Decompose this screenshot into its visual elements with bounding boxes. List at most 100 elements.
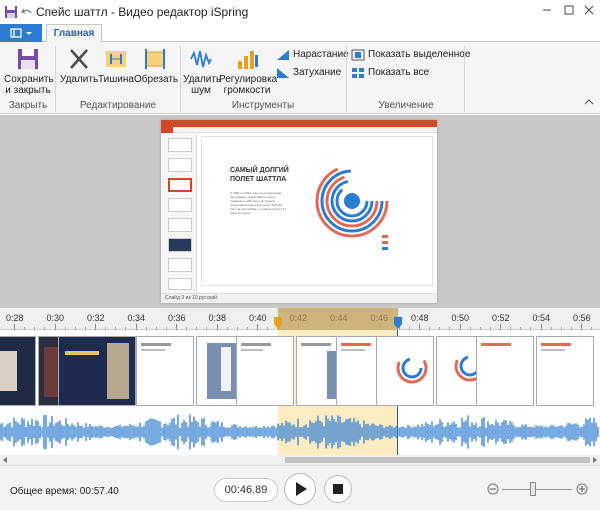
maximize-icon[interactable] bbox=[558, 0, 580, 20]
pp-thumb bbox=[168, 238, 192, 252]
zoom-all-icon bbox=[352, 68, 364, 78]
collapse-ribbon-icon[interactable] bbox=[584, 98, 594, 106]
adjust-volume-label-1: Регулировка bbox=[219, 74, 278, 85]
scrollbar-thumb[interactable] bbox=[285, 457, 590, 463]
ruler-minor-tick bbox=[408, 327, 410, 330]
group-label-editing: Редактирование bbox=[79, 100, 157, 111]
scroll-left-icon[interactable] bbox=[2, 457, 8, 463]
ruler-minor-tick bbox=[64, 327, 66, 330]
zoom-slider-track[interactable] bbox=[502, 489, 572, 490]
stop-button[interactable] bbox=[324, 475, 352, 503]
ruler-minor-tick bbox=[246, 327, 248, 330]
video-frame bbox=[476, 336, 534, 406]
silence-label: Тишина bbox=[98, 74, 134, 85]
window-title: Спейс шаттл - Видео редактор iSpring bbox=[36, 5, 249, 19]
ruler-minor-tick bbox=[236, 327, 238, 330]
fade-out-button[interactable]: Затухание bbox=[276, 66, 342, 80]
zoom-out-icon[interactable] bbox=[487, 483, 499, 495]
ruler-minor-tick bbox=[115, 327, 117, 330]
ruler-tick-label: 0:56 bbox=[573, 313, 591, 323]
pp-slide-canvas: САМЫЙ ДОЛГИЙ ПОЛЕТ ШАТТЛА С 1981 по 2011… bbox=[201, 136, 433, 286]
video-editor-window: Спейс шаттл - Видео редактор iSpring Гла… bbox=[0, 0, 600, 510]
zoom-slider-thumb[interactable] bbox=[530, 482, 536, 496]
pp-thumb bbox=[168, 218, 192, 232]
ruler-minor-tick bbox=[186, 327, 188, 330]
video-preview-area: САМЫЙ ДОЛГИЙ ПОЛЕТ ШАТТЛА С 1981 по 2011… bbox=[0, 115, 600, 308]
pp-file-tab bbox=[161, 127, 173, 133]
pp-thumb bbox=[168, 138, 192, 152]
save-icon[interactable] bbox=[4, 5, 18, 19]
ruler-tick-label: 0:54 bbox=[532, 313, 551, 323]
ruler-minor-tick bbox=[469, 327, 471, 330]
pp-thumb bbox=[168, 278, 192, 290]
ruler-tick-label: 0:40 bbox=[249, 313, 267, 323]
ruler-minor-tick bbox=[226, 327, 228, 330]
playhead-handle-icon[interactable] bbox=[392, 316, 404, 330]
pp-titlebar bbox=[161, 120, 437, 127]
play-button[interactable] bbox=[284, 473, 316, 505]
fade-in-button[interactable]: Нарастание bbox=[276, 48, 349, 62]
ruler-minor-tick bbox=[125, 327, 127, 330]
zoom-in-icon[interactable] bbox=[576, 483, 588, 495]
slide-heading-2: ПОЛЕТ ШАТТЛА bbox=[230, 176, 287, 183]
show-all-button[interactable]: Показать все bbox=[351, 66, 461, 80]
selection-start-handle-icon[interactable] bbox=[272, 316, 284, 330]
save-and-close-button[interactable]: Сохранить и закрыть bbox=[4, 46, 54, 96]
ruler-minor-tick bbox=[429, 327, 431, 330]
ruler-minor-tick bbox=[591, 327, 593, 330]
ruler-tick-mark bbox=[459, 324, 461, 330]
play-icon bbox=[296, 482, 307, 496]
silence-button[interactable]: Тишина bbox=[98, 46, 134, 85]
slide-body-text: С 1981 по 2011 годы по космической прогр… bbox=[230, 191, 287, 215]
delete-label: Удалить bbox=[60, 74, 99, 85]
volume-bars-icon bbox=[238, 51, 258, 69]
ruler-minor-tick bbox=[34, 327, 36, 330]
ruler-tick-mark bbox=[95, 324, 96, 330]
ruler-minor-tick bbox=[145, 327, 147, 330]
save-close-label-1: Сохранить bbox=[4, 74, 54, 85]
slide-heading-1: САМЫЙ ДОЛГИЙ bbox=[230, 167, 289, 174]
delete-button[interactable]: Удалить bbox=[60, 46, 98, 85]
undo-icon[interactable] bbox=[20, 5, 34, 19]
video-frame bbox=[236, 336, 294, 406]
ruler-minor-tick bbox=[196, 327, 198, 330]
ruler-tick-mark bbox=[216, 324, 218, 330]
ruler-minor-tick bbox=[439, 327, 441, 330]
scroll-right-icon[interactable] bbox=[592, 457, 598, 463]
remove-noise-label-1: Удалить bbox=[183, 74, 222, 85]
ruler-tick-mark bbox=[540, 324, 542, 330]
tab-home[interactable]: Главная bbox=[46, 24, 102, 43]
pp-thumb bbox=[168, 198, 192, 212]
ruler-minor-tick bbox=[530, 327, 532, 330]
video-frame bbox=[136, 336, 194, 406]
ruler-minor-tick bbox=[267, 327, 269, 330]
ribbon-panel: Сохранить и закрыть Закрыть Удалить Тиши… bbox=[0, 42, 600, 114]
adjust-volume-button[interactable]: Регулировка громкости bbox=[219, 46, 278, 96]
audio-waveform-track[interactable] bbox=[0, 410, 600, 455]
file-menu-button[interactable] bbox=[0, 24, 42, 42]
ruler-minor-tick bbox=[449, 327, 451, 330]
video-frame bbox=[376, 336, 434, 406]
trim-label: Обрезать bbox=[134, 74, 179, 85]
timeline[interactable]: 0:28 0:30 0:32 0:34 0:36 0:38 0:40 0:42 0:44 0:46… bbox=[0, 308, 600, 465]
remove-noise-button[interactable]: Удалить шум bbox=[183, 46, 222, 96]
ruler-tick-mark bbox=[419, 324, 420, 330]
pp-status-bar: Слайд 3 из 10 русский bbox=[161, 293, 437, 303]
ruler-minor-tick bbox=[155, 327, 157, 330]
remove-noise-label-2: шум bbox=[191, 85, 211, 96]
show-selected-label: Показать выделенное bbox=[368, 49, 471, 60]
ruler-tick-label: 0:30 bbox=[46, 313, 65, 323]
ruler-tick-mark bbox=[14, 324, 15, 330]
timeline-horizontal-scrollbar[interactable] bbox=[0, 455, 600, 465]
ruler-tick-mark bbox=[500, 324, 501, 330]
show-selected-button[interactable]: Показать выделенное bbox=[351, 48, 470, 62]
ruler-minor-tick bbox=[44, 327, 46, 330]
pp-ribbon bbox=[161, 127, 437, 133]
zoom-selection-icon bbox=[351, 49, 365, 61]
trim-button[interactable]: Обрезать bbox=[134, 46, 179, 85]
minimize-icon[interactable] bbox=[536, 0, 558, 20]
ruler-minor-tick bbox=[560, 327, 562, 330]
video-frames-track[interactable] bbox=[0, 336, 600, 408]
close-icon[interactable] bbox=[578, 0, 600, 20]
ruler-tick-mark bbox=[54, 324, 56, 330]
